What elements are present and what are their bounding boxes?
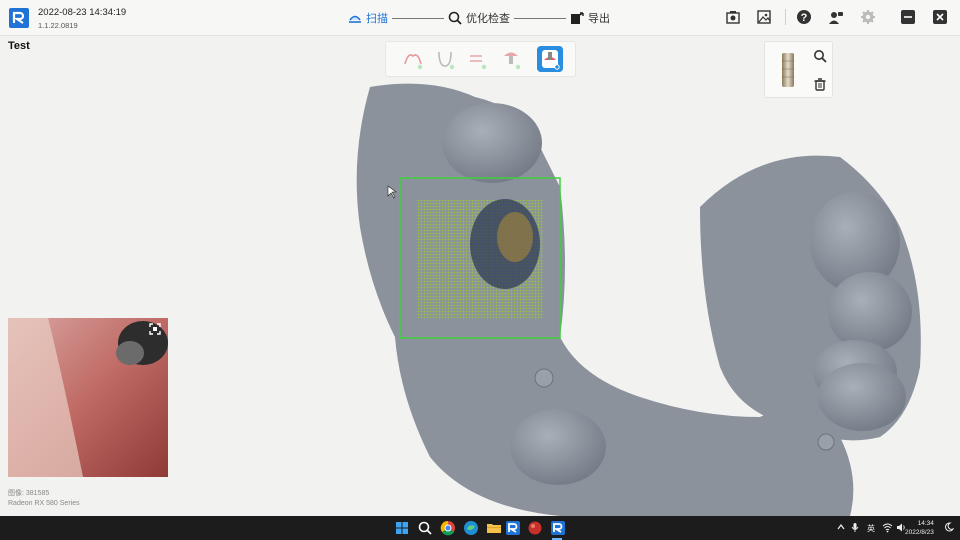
clock-date: 2022/8/23 xyxy=(905,529,934,536)
tray-chevron-up-icon[interactable] xyxy=(836,522,846,532)
input-method-indicator[interactable]: 英 xyxy=(867,523,875,534)
expand-icon[interactable] xyxy=(149,323,161,335)
remote-support-icon[interactable] xyxy=(828,9,844,25)
step-export-label: 导出 xyxy=(588,13,610,25)
minimize-icon[interactable] xyxy=(900,9,916,25)
start-icon[interactable] xyxy=(394,520,410,536)
scan-tool-strip xyxy=(385,41,576,77)
step-connector xyxy=(514,17,566,19)
microphone-icon[interactable] xyxy=(850,522,860,533)
status-info: 图像: 381585 Radeon RX 580 Series xyxy=(8,489,80,509)
project-title: Test xyxy=(8,40,30,52)
optimize-check-icon xyxy=(448,11,462,25)
toolbar-divider xyxy=(785,9,786,25)
chrome-icon[interactable] xyxy=(440,520,456,536)
step-connector xyxy=(392,17,444,19)
wifi-icon[interactable] xyxy=(882,522,893,533)
red-app-icon[interactable] xyxy=(527,520,543,536)
camera-preview[interactable] xyxy=(8,318,168,477)
trash-icon[interactable] xyxy=(814,78,826,91)
image-gallery-icon[interactable] xyxy=(756,9,772,25)
edge-icon[interactable] xyxy=(463,520,479,536)
gpu-name: Radeon RX 580 Series xyxy=(8,500,80,507)
export-icon xyxy=(571,12,584,24)
upper-jaw-icon[interactable] xyxy=(400,46,426,72)
clock-time: 14:34 xyxy=(917,520,934,527)
image-count: 图像: 381585 xyxy=(8,490,50,497)
step-optimize-check-label: 优化检查 xyxy=(466,13,510,25)
help-icon[interactable]: ? xyxy=(796,9,812,25)
screenshot-icon[interactable] xyxy=(725,9,741,25)
step-scan-label: 扫描 xyxy=(366,13,388,25)
scan-icon xyxy=(349,15,361,23)
live-camera-image xyxy=(8,318,168,477)
scanbody-panel xyxy=(764,41,833,98)
step-scan[interactable]: 扫描 xyxy=(348,10,388,26)
svg-text:?: ? xyxy=(801,12,808,24)
scanbody-cylinder-icon[interactable] xyxy=(781,51,795,89)
app-logo-icon xyxy=(9,8,29,28)
bite-icon[interactable] xyxy=(464,46,490,72)
scanbody-icon[interactable] xyxy=(537,46,563,72)
close-icon[interactable] xyxy=(932,9,948,25)
system-clock[interactable]: 14:34 2022/8/23 xyxy=(905,519,934,537)
title-bar: 2022-08-23 14:34:19 1.1.22.0819 扫描 优化检查 … xyxy=(0,0,960,36)
file-explorer-icon[interactable] xyxy=(486,520,502,536)
settings-gear-icon[interactable] xyxy=(860,9,876,25)
implant-icon[interactable] xyxy=(498,46,524,72)
notification-moon-icon[interactable] xyxy=(944,522,954,532)
workflow-steps: 扫描 优化检查 导出 xyxy=(348,9,610,27)
scanner-app-icon[interactable] xyxy=(505,520,521,536)
search-icon[interactable] xyxy=(417,520,433,536)
step-optimize-check[interactable]: 优化检查 xyxy=(448,10,510,26)
zoom-search-icon[interactable] xyxy=(813,49,827,63)
lower-jaw-icon[interactable] xyxy=(432,46,458,72)
windows-taskbar: 英 14:34 2022/8/23 xyxy=(0,516,960,540)
session-datetime: 2022-08-23 14:34:19 xyxy=(38,7,127,18)
step-export[interactable]: 导出 xyxy=(570,10,610,26)
app-version: 1.1.22.0819 xyxy=(38,21,78,30)
scanner-app-active-icon[interactable] xyxy=(550,520,566,536)
